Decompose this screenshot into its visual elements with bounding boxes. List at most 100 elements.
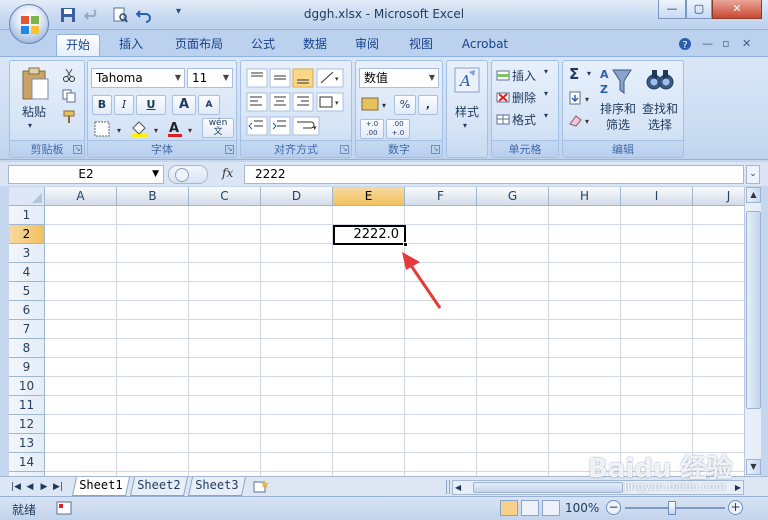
prev-sheet-icon[interactable]: ◀	[24, 480, 36, 494]
border-icon[interactable]: ▾	[93, 120, 129, 138]
alignment-launcher-icon[interactable]: ↘	[340, 145, 349, 154]
sort-filter-button[interactable]: 排序和 筛选	[597, 101, 639, 133]
insert-function-button[interactable]: fx	[222, 166, 233, 180]
name-box[interactable]: E2 ▼	[8, 165, 164, 184]
minimize-button[interactable]: —	[658, 0, 686, 19]
row-header-9[interactable]: 9	[9, 358, 45, 377]
styles-group[interactable]: A 样式 ▾	[446, 60, 488, 158]
italic-button[interactable]: I	[114, 95, 134, 115]
copy-icon[interactable]	[62, 89, 76, 103]
sheet-tab-sheet2[interactable]: Sheet2	[129, 477, 189, 496]
row-header-11[interactable]: 11	[9, 396, 45, 415]
styles-dropdown-icon[interactable]: ▾	[463, 121, 467, 130]
row-header-14[interactable]: 14	[9, 453, 45, 472]
row-header-4[interactable]: 4	[9, 263, 45, 282]
row-header-10[interactable]: 10	[9, 377, 45, 396]
column-header-g[interactable]: G	[477, 187, 549, 206]
format-painter-icon[interactable]	[62, 110, 76, 124]
normal-view-icon[interactable]	[500, 500, 518, 516]
column-header-i[interactable]: I	[621, 187, 693, 206]
tab-insert[interactable]: 插入	[108, 34, 154, 56]
column-header-d[interactable]: D	[261, 187, 333, 206]
column-header-e[interactable]: E	[333, 187, 405, 206]
font-size-select[interactable]: 11 ▼	[187, 68, 233, 88]
row-header-13[interactable]: 13	[9, 434, 45, 453]
ribbon-restore-icon[interactable]: ▫	[722, 37, 729, 50]
macro-record-icon[interactable]	[56, 501, 72, 515]
paste-dropdown-icon[interactable]: ▾	[28, 121, 32, 130]
insert-sheet-icon[interactable]	[252, 479, 270, 494]
column-header-f[interactable]: F	[405, 187, 477, 206]
last-sheet-icon[interactable]: ▶|	[52, 480, 64, 494]
delete-cells-button[interactable]: 删除	[512, 89, 536, 106]
chevron-down-icon[interactable]: ▾	[544, 89, 548, 98]
tab-page-layout[interactable]: 页面布局	[164, 34, 234, 56]
fill-handle[interactable]	[403, 242, 408, 247]
zoom-in-icon[interactable]: +	[728, 500, 743, 515]
percent-button[interactable]: %	[394, 95, 416, 115]
font-launcher-icon[interactable]: ↘	[225, 145, 234, 154]
row-header-6[interactable]: 6	[9, 301, 45, 320]
chevron-down-icon[interactable]: ▾	[544, 111, 548, 120]
fill-color-icon[interactable]: ▾	[130, 120, 166, 138]
workbook-close-icon[interactable]: ✕	[742, 37, 751, 50]
page-layout-view-icon[interactable]	[521, 500, 539, 516]
format-cells-button[interactable]: 格式	[512, 111, 536, 128]
zoom-out-icon[interactable]: −	[606, 500, 621, 515]
paste-button[interactable]: 粘贴	[14, 103, 54, 120]
worksheet-grid[interactable]: ABCDEFGHIJ 123456789101112131415 2222.0	[9, 187, 744, 476]
phonetic-button[interactable]: wén 文	[202, 118, 234, 138]
tab-acrobat[interactable]: Acrobat	[452, 34, 518, 56]
scroll-up-icon[interactable]: ▲	[746, 187, 761, 203]
insert-cells-button[interactable]: 插入	[512, 67, 536, 84]
number-launcher-icon[interactable]: ↘	[431, 145, 440, 154]
column-header-c[interactable]: C	[189, 187, 261, 206]
number-format-select[interactable]: 数值 ▼	[359, 68, 439, 88]
first-sheet-icon[interactable]: |◀	[10, 480, 22, 494]
row-header-12[interactable]: 12	[9, 415, 45, 434]
maximize-button[interactable]: ▢	[686, 0, 712, 19]
bold-button[interactable]: B	[92, 95, 112, 115]
vertical-scroll-thumb[interactable]	[746, 211, 761, 409]
underline-button[interactable]: U	[136, 95, 166, 115]
page-break-view-icon[interactable]	[542, 500, 560, 516]
expand-formula-bar-icon[interactable]: ⌄	[746, 165, 760, 184]
column-header-a[interactable]: A	[45, 187, 117, 206]
row-header-5[interactable]: 5	[9, 282, 45, 301]
zoom-level[interactable]: 100%	[565, 501, 599, 515]
clipboard-launcher-icon[interactable]: ↘	[73, 145, 82, 154]
tab-review[interactable]: 审阅	[344, 34, 390, 56]
comma-button[interactable]: ,	[418, 95, 438, 115]
grow-font-button[interactable]: A	[172, 95, 196, 115]
tab-view[interactable]: 视图	[398, 34, 444, 56]
chevron-down-icon[interactable]: ▾	[587, 69, 591, 78]
help-icon[interactable]: ?	[678, 37, 692, 54]
decrease-decimal-button[interactable]: .00 +.0	[386, 119, 410, 139]
fill-icon[interactable]: ▾	[568, 90, 594, 106]
tab-split-handle[interactable]	[446, 480, 450, 494]
row-header-7[interactable]: 7	[9, 320, 45, 339]
column-header-j[interactable]: J	[693, 187, 744, 206]
tab-home[interactable]: 开始	[56, 34, 100, 56]
increase-decimal-button[interactable]: +.0 .00	[360, 119, 384, 139]
sheet-tab-sheet3[interactable]: Sheet3	[187, 477, 247, 496]
font-name-select[interactable]: Tahoma ▼	[91, 68, 185, 88]
zoom-slider-knob[interactable]	[668, 501, 676, 515]
shrink-font-button[interactable]: A	[198, 95, 220, 115]
paste-icon[interactable]	[20, 67, 50, 101]
ribbon-minimize-icon[interactable]: —	[702, 37, 713, 50]
cancel-formula-icon[interactable]	[175, 168, 189, 182]
row-header-1[interactable]: 1	[9, 206, 45, 225]
row-header-8[interactable]: 8	[9, 339, 45, 358]
cut-icon[interactable]	[62, 68, 76, 82]
next-sheet-icon[interactable]: ▶	[38, 480, 50, 494]
column-header-h[interactable]: H	[549, 187, 621, 206]
close-button[interactable]: ✕	[712, 0, 762, 19]
autosum-button[interactable]: Σ	[569, 65, 579, 83]
tab-formulas[interactable]: 公式	[240, 34, 286, 56]
formula-input[interactable]: 2222	[244, 165, 744, 184]
clear-icon[interactable]: ▾	[568, 112, 594, 128]
sheet-tab-sheet1[interactable]: Sheet1	[71, 477, 131, 496]
active-cell-e2[interactable]: 2222.0	[333, 225, 406, 245]
chevron-down-icon[interactable]: ▼	[152, 166, 159, 183]
